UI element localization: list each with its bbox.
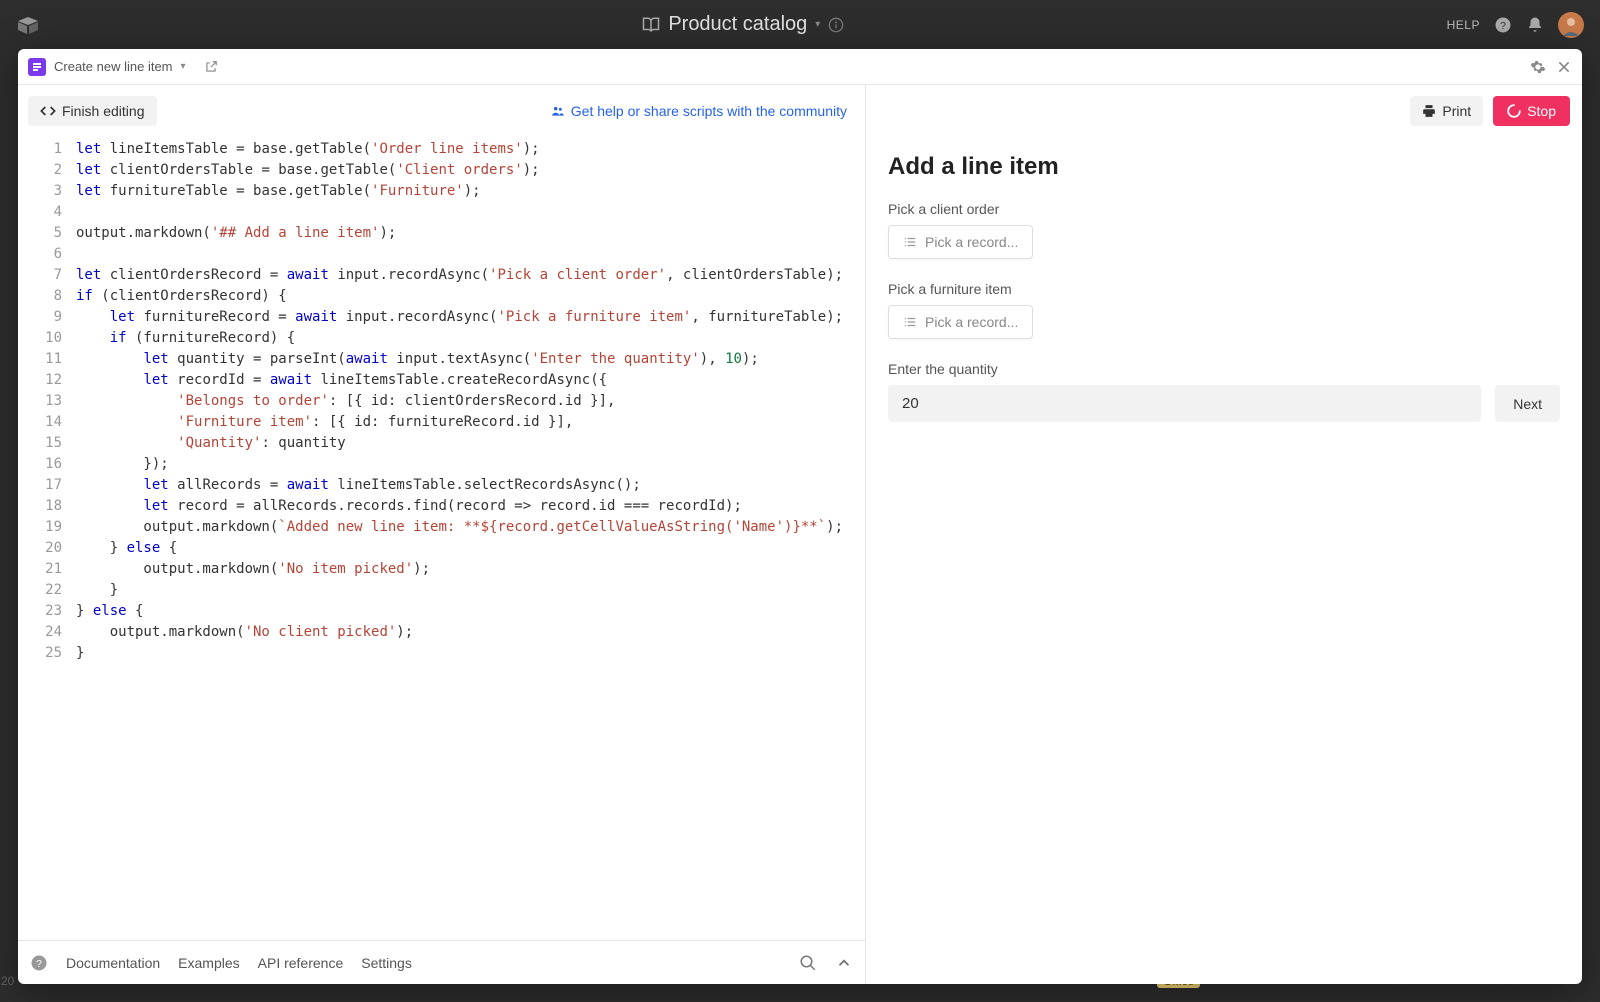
community-link-label: Get help or share scripts with the commu…	[571, 103, 847, 119]
editor-footer: ? Documentation Examples API reference S…	[18, 940, 865, 984]
community-help-link[interactable]: Get help or share scripts with the commu…	[551, 103, 847, 119]
client-order-picker[interactable]: Pick a record...	[888, 225, 1033, 259]
stop-button[interactable]: Stop	[1493, 96, 1570, 126]
bell-icon[interactable]	[1526, 16, 1544, 34]
list-icon	[903, 315, 917, 329]
app-topbar: Product catalog ▾ HELP ?	[0, 0, 1600, 49]
print-button[interactable]: Print	[1410, 96, 1483, 126]
list-icon	[903, 235, 917, 249]
line-number-gutter: 1234567891011121314151617181920212223242…	[18, 137, 76, 940]
code-editor[interactable]: 1234567891011121314151617181920212223242…	[18, 137, 865, 940]
quantity-field: Enter the quantity Next	[888, 361, 1560, 422]
people-icon	[551, 104, 565, 118]
editor-pane: Finish editing Get help or share scripts…	[18, 85, 866, 984]
search-icon[interactable]	[799, 954, 817, 972]
next-button[interactable]: Next	[1495, 385, 1560, 422]
code-content[interactable]: let lineItemsTable = base.getTable('Orde…	[76, 137, 865, 940]
book-icon	[642, 16, 660, 34]
info-icon[interactable]	[828, 17, 844, 33]
furniture-item-picker[interactable]: Pick a record...	[888, 305, 1033, 339]
finish-editing-button[interactable]: Finish editing	[28, 96, 157, 126]
app-logo-icon	[16, 13, 40, 37]
script-title-dropdown-icon[interactable]: ▾	[181, 61, 186, 72]
script-block-icon	[28, 58, 46, 76]
bg-row-number: 20	[1, 974, 14, 988]
base-title-dropdown-icon[interactable]: ▾	[815, 19, 820, 30]
furniture-item-label: Pick a furniture item	[888, 281, 1560, 297]
gear-icon[interactable]	[1530, 59, 1546, 75]
footer-help-icon[interactable]: ?	[30, 954, 48, 972]
furniture-picker-placeholder: Pick a record...	[925, 314, 1018, 330]
svg-text:?: ?	[1500, 19, 1506, 31]
finish-editing-label: Finish editing	[62, 103, 145, 119]
print-label: Print	[1442, 103, 1471, 119]
output-content: Add a line item Pick a client order Pick…	[866, 137, 1582, 984]
footer-api-reference-link[interactable]: API reference	[258, 955, 344, 971]
help-icon[interactable]: ?	[1494, 16, 1512, 34]
editor-toolbar: Finish editing Get help or share scripts…	[18, 85, 865, 137]
script-title[interactable]: Create new line item	[54, 59, 173, 74]
footer-settings-link[interactable]: Settings	[361, 955, 412, 971]
client-order-field: Pick a client order Pick a record...	[888, 201, 1560, 259]
furniture-item-field: Pick a furniture item Pick a record...	[888, 281, 1560, 339]
footer-documentation-link[interactable]: Documentation	[66, 955, 160, 971]
client-order-label: Pick a client order	[888, 201, 1560, 217]
client-picker-placeholder: Pick a record...	[925, 234, 1018, 250]
base-title[interactable]: Product catalog	[668, 13, 807, 36]
modal-header: Create new line item ▾	[18, 49, 1582, 85]
stop-label: Stop	[1527, 103, 1556, 119]
output-toolbar: Print Stop	[866, 85, 1582, 137]
quantity-input[interactable]	[888, 385, 1481, 422]
code-icon	[40, 103, 56, 119]
popout-icon[interactable]	[204, 60, 218, 74]
help-label[interactable]: HELP	[1447, 18, 1480, 32]
output-pane: Print Stop Add a line item Pick a client…	[866, 85, 1582, 984]
svg-text:?: ?	[36, 957, 42, 969]
quantity-label: Enter the quantity	[888, 361, 1560, 377]
stop-spinner-icon	[1507, 104, 1521, 118]
avatar[interactable]	[1558, 12, 1584, 38]
close-icon[interactable]	[1556, 59, 1572, 75]
footer-examples-link[interactable]: Examples	[178, 955, 239, 971]
output-heading: Add a line item	[888, 153, 1560, 181]
script-modal: Create new line item ▾ Finish ed	[18, 49, 1582, 984]
chevron-up-icon[interactable]	[835, 954, 853, 972]
print-icon	[1422, 104, 1436, 118]
